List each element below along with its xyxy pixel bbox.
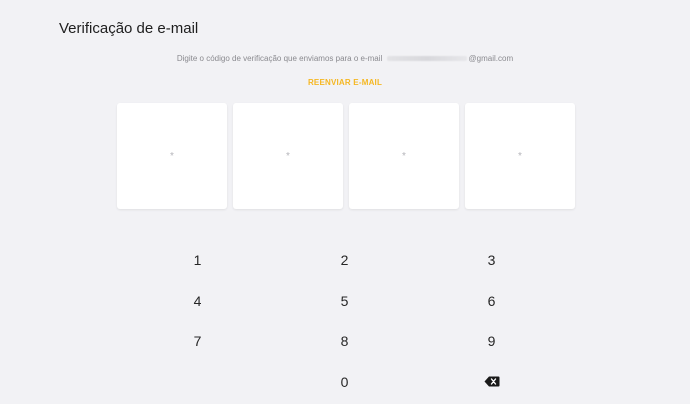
code-digit-placeholder: * <box>286 150 290 162</box>
verification-instructions: Digite o código de verificação que envia… <box>0 54 690 63</box>
code-digit-box-3[interactable]: * <box>349 103 459 209</box>
instructions-text: Digite o código de verificação que envia… <box>176 54 383 63</box>
code-digit-placeholder: * <box>402 150 406 162</box>
code-digit-box-4[interactable]: * <box>465 103 575 209</box>
code-digit-box-1[interactable]: * <box>117 103 227 209</box>
masked-email-local-part <box>386 56 467 62</box>
keypad-key-7[interactable]: 7 <box>124 321 271 362</box>
email-domain: @gmail.com <box>468 54 514 63</box>
code-digit-box-2[interactable]: * <box>233 103 343 209</box>
keypad-key-2[interactable]: 2 <box>271 240 418 281</box>
email-verification-page: Verificação de e-mail Digite o código de… <box>0 0 690 404</box>
keypad-key-5[interactable]: 5 <box>271 281 418 322</box>
page-title: Verificação de e-mail <box>59 20 199 37</box>
keypad-backspace-button[interactable] <box>418 362 565 403</box>
keypad-key-3[interactable]: 3 <box>418 240 565 281</box>
keypad-empty-slot <box>124 362 271 403</box>
keypad-key-4[interactable]: 4 <box>124 281 271 322</box>
keypad-key-6[interactable]: 6 <box>418 281 565 322</box>
keypad-key-9[interactable]: 9 <box>418 321 565 362</box>
code-digit-placeholder: * <box>518 150 522 162</box>
numeric-keypad: 1 2 3 4 5 6 7 8 9 0 <box>124 240 566 402</box>
code-input-group: * * * * <box>117 103 575 209</box>
keypad-key-1[interactable]: 1 <box>124 240 271 281</box>
backspace-icon <box>484 376 500 387</box>
keypad-key-0[interactable]: 0 <box>271 362 418 403</box>
resend-email-button[interactable]: REENVIAR E-MAIL <box>0 78 690 87</box>
keypad-key-8[interactable]: 8 <box>271 321 418 362</box>
code-digit-placeholder: * <box>170 150 174 162</box>
